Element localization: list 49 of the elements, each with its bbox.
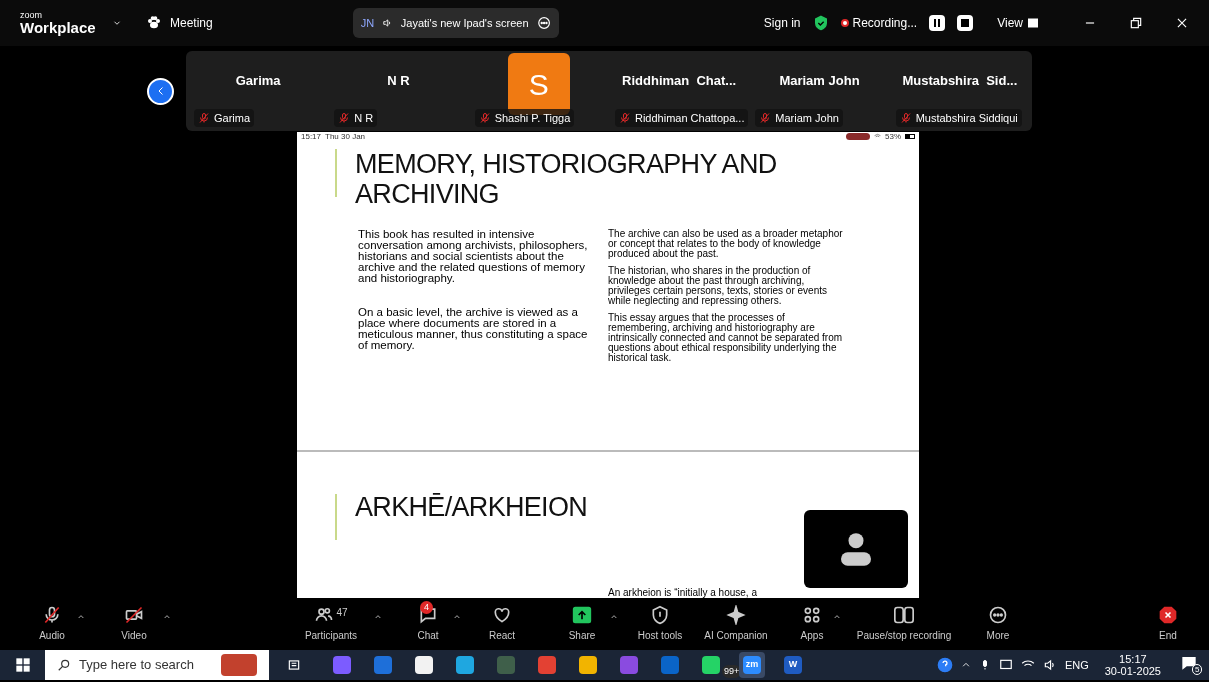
participant-name: Mariam John bbox=[779, 72, 860, 91]
participant-label-text: N R bbox=[354, 110, 374, 126]
slide-paragraph: An arkheion is “initially a house, a bbox=[608, 588, 758, 598]
status-time: 15:17 bbox=[301, 132, 322, 141]
brand-small-text: zoom bbox=[20, 11, 43, 20]
participant-label-text: Mustabshira Siddiqui bbox=[915, 110, 1018, 126]
toolbar-button[interactable]: More bbox=[978, 605, 1018, 643]
clock-time[interactable]: 15:17 bbox=[1119, 653, 1147, 665]
slide-paragraph: This essay argues that the processes of remembering, archiving and historiography are intrinsically connected and cannot be separated from questions about ethical responsibility underlying the historical task. bbox=[608, 312, 844, 363]
brand-title: Workplace bbox=[20, 20, 97, 35]
notification-badge: 4 bbox=[420, 601, 433, 614]
participant-label-text: Mariam John bbox=[775, 110, 839, 126]
participant-name: N R bbox=[387, 72, 410, 91]
toolbar-button[interactable]: 47 Participants bbox=[299, 605, 363, 643]
language-indicator[interactable]: ENG bbox=[1064, 656, 1089, 674]
meeting-button[interactable]: Meeting bbox=[146, 14, 213, 32]
participant-name: Riddhiman Chat... bbox=[622, 72, 737, 91]
share-pill[interactable]: JN Jayati's new Ipad's screen bbox=[352, 8, 559, 38]
toolbar-button[interactable]: Apps bbox=[794, 605, 830, 643]
participant-name: Mustabshira Sid... bbox=[902, 72, 1018, 91]
participant-label-text: Garima bbox=[214, 110, 251, 126]
toolbar-button[interactable]: Share bbox=[562, 605, 602, 643]
toolbar-button[interactable]: End bbox=[1148, 605, 1188, 643]
search-input[interactable]: Type here to search bbox=[79, 655, 213, 675]
slide-paragraph: This book has resulted in intensive conversation among archivists, philosophers, historians and social scientists about the archive and the related questions of memory and historiography. bbox=[358, 228, 589, 284]
view-button[interactable]: View bbox=[997, 14, 1039, 32]
status-date: Thu 30 Jan bbox=[325, 132, 366, 141]
battery-level: 53% bbox=[885, 132, 901, 141]
toolbar-button[interactable]: Pause/stop recording bbox=[849, 605, 959, 643]
slide-paragraph: On a basic level, the archive is viewed as a place where documents are stored in a meticulous manner, thus constituting a space of memory. bbox=[358, 306, 589, 351]
participant-count: 47 bbox=[336, 606, 348, 620]
recording-label: Recording... bbox=[852, 15, 918, 32]
clock-date[interactable]: 30-01-2025 bbox=[1104, 665, 1161, 677]
sign-in-link[interactable]: Sign in bbox=[763, 14, 801, 32]
slide-title: MEMORY, HISTORIOGRAPHY AND ARCHIVING bbox=[355, 148, 778, 209]
toolbar-button[interactable]: AI Companion bbox=[698, 605, 774, 643]
participant-name: Garima bbox=[235, 72, 281, 91]
slide-title: ARKHĒ/ARKHEION bbox=[355, 492, 589, 524]
participant-label-text: Riddhiman Chattopa... bbox=[635, 110, 745, 126]
slide-paragraph: The archive can also be used as a broader metaphor or concept that relates to the body of knowledge produced about the past. bbox=[608, 228, 844, 259]
toolbar-button[interactable]: Audio bbox=[32, 605, 72, 643]
slide-paragraph: The historian, who shares in the production of knowledge about the past through archiving, privileges certain persons, texts, stories or events while neglecting and repressing others. bbox=[608, 265, 828, 306]
toolbar-button[interactable]: React bbox=[482, 605, 522, 643]
notification-count: 5 bbox=[1192, 663, 1203, 675]
share-label: Jayati's new Ipad's screen bbox=[400, 15, 529, 31]
toolbar-button[interactable]: Host tools bbox=[630, 605, 690, 643]
taskbar-search-field[interactable]: Type here to search bbox=[45, 650, 269, 680]
toolbar-button[interactable]: Video bbox=[114, 605, 154, 643]
initials-text: JN bbox=[360, 15, 375, 31]
